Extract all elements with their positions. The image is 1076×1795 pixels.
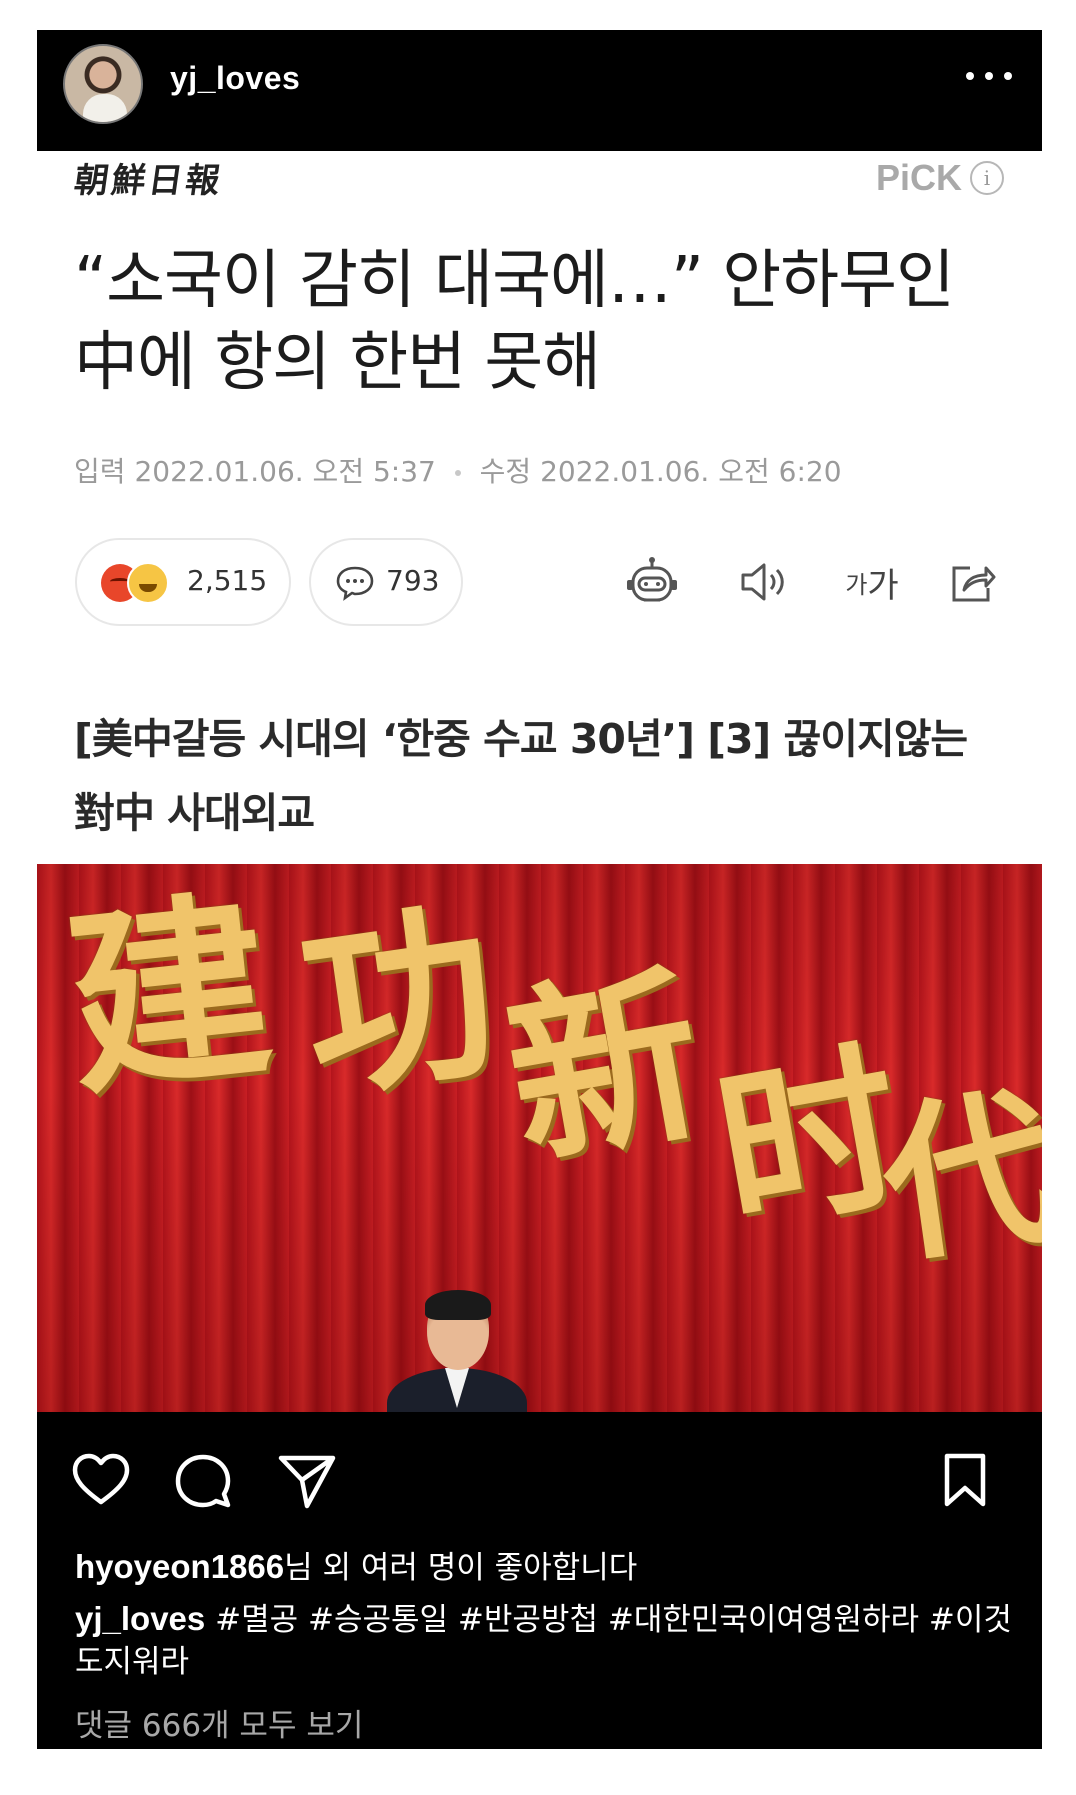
hashtag[interactable]: #대한민국이여영원하라 [608, 1602, 919, 1638]
screenshot-frame: yj_loves 朝鮮日報 PiCK i “소국이 감히 대국에…” 안하무인 … [37, 30, 1042, 1749]
instagram-post-footer: hyoyeon1866님 외 여러 명이 좋아합니다 yj_loves #멸공 … [37, 1412, 1042, 1749]
speaker-icon[interactable] [734, 552, 794, 612]
speaker-figure [387, 1290, 527, 1412]
instagram-post-header: yj_loves [37, 30, 1042, 151]
publisher-logo: 朝鮮日報 [71, 161, 226, 201]
comment-icon[interactable] [174, 1452, 234, 1512]
robot-icon[interactable] [622, 552, 682, 612]
info-icon[interactable]: i [970, 161, 1004, 195]
post-username[interactable]: yj_loves [170, 60, 300, 97]
modified-label: 수정 [479, 455, 532, 488]
article-dates: 입력 2022.01.06. 오전 5:37 수정 2022.01.06. 오전… [74, 450, 842, 490]
bookmark-icon[interactable] [942, 1452, 1002, 1512]
liked-by-user[interactable]: hyoyeon1866 [75, 1548, 284, 1585]
published-date: 2022.01.06. 오전 5:37 [134, 455, 436, 488]
heart-icon[interactable] [71, 1452, 131, 1512]
hashtag[interactable]: #멸공 [215, 1602, 298, 1638]
pick-label: PiCK [875, 157, 962, 198]
caption-username[interactable]: yj_loves [75, 1600, 205, 1637]
comment-count: 793 [386, 564, 440, 597]
article-headline: “소국이 감히 대국에…” 안하무인 中에 항의 한번 못해 [74, 244, 955, 400]
font-large-label: 가 [867, 565, 899, 606]
banner-character: 功 [289, 878, 509, 1126]
banner-character: 建 [57, 869, 281, 1124]
likes-summary: hyoyeon1866님 외 여러 명이 좋아합니다 [75, 1542, 637, 1587]
more-icon[interactable] [966, 68, 1012, 82]
send-icon[interactable] [277, 1452, 337, 1512]
reactions-button[interactable]: 2,515 [75, 538, 291, 626]
published-label: 입력 [74, 455, 126, 488]
pick-badge: PiCK i [876, 157, 1004, 199]
banner-character: 代 [870, 1065, 1042, 1288]
reaction-count: 2,515 [187, 564, 268, 597]
hashtag[interactable]: #반공방첩 [458, 1602, 598, 1638]
article-photo: 建 功 新 时 代 [37, 864, 1042, 1412]
liked-by-suffix: 님 외 여러 명이 좋아합니다 [284, 1550, 638, 1586]
modified-date: 2022.01.06. 오전 6:20 [540, 455, 842, 488]
post-caption: yj_loves #멸공 #승공통일 #반공방첩 #대한민국이여영원하라 #이것… [75, 1598, 1015, 1683]
article-subheadline: [美中갈등 시대의 ‘한중 수교 30년’] [3] 끊이지않는 對中 사대외교 [74, 715, 968, 837]
hashtag[interactable]: #승공통일 [308, 1602, 448, 1638]
comment-bubble-icon [336, 566, 374, 601]
laugh-emoji-icon [127, 562, 169, 604]
font-small-label: 가 [845, 570, 868, 599]
avatar[interactable] [63, 44, 143, 124]
date-separator [454, 470, 461, 476]
banner-character: 新 [491, 940, 718, 1194]
share-icon[interactable] [942, 552, 1002, 612]
view-all-comments-link[interactable]: 댓글 666개 모두 보기 [75, 1700, 363, 1745]
comments-button[interactable]: 793 [309, 538, 463, 626]
font-size-button[interactable]: 가가 [832, 552, 912, 612]
